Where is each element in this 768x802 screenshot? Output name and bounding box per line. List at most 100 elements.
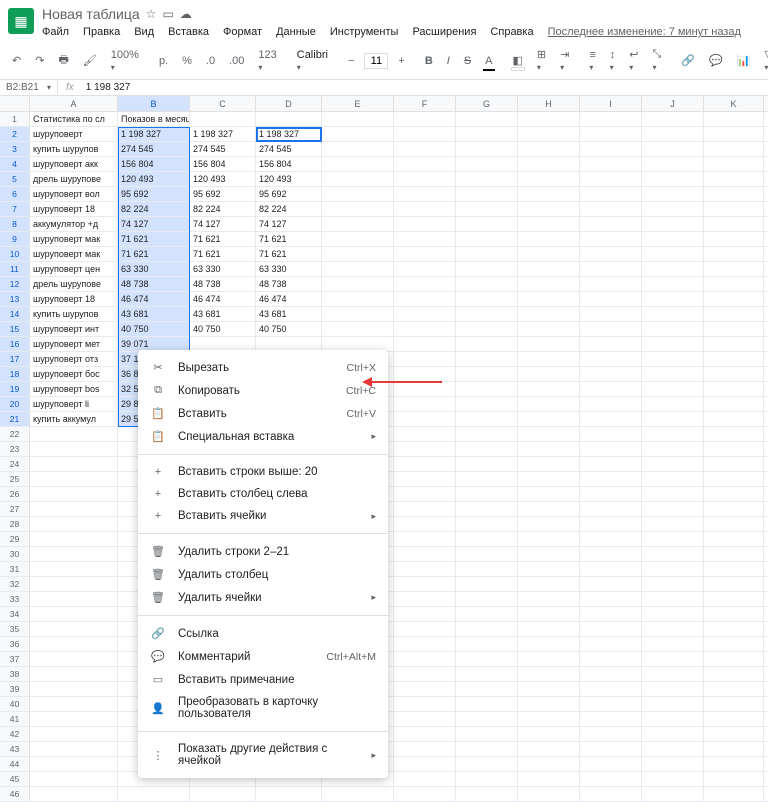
cell[interactable] — [322, 172, 394, 186]
cell[interactable]: 82 224 — [256, 202, 322, 216]
cell[interactable] — [456, 412, 518, 426]
cell[interactable] — [518, 352, 580, 366]
cell[interactable]: 48 738 — [190, 277, 256, 291]
cell[interactable] — [580, 742, 642, 756]
ctx-paste-special[interactable]: 📋Специальная вставка▸ — [138, 425, 388, 448]
cell[interactable] — [30, 562, 118, 576]
cell[interactable] — [580, 712, 642, 726]
row-header[interactable]: 1 — [0, 112, 30, 126]
cell[interactable] — [30, 502, 118, 516]
cell[interactable] — [394, 532, 456, 546]
cell[interactable]: 63 330 — [256, 262, 322, 276]
cell[interactable]: 120 493 — [190, 172, 256, 186]
cell[interactable] — [580, 667, 642, 681]
menu-insert[interactable]: Вставка — [168, 26, 209, 38]
col-header-c[interactable]: C — [190, 96, 256, 111]
row-header[interactable]: 39 — [0, 682, 30, 696]
row-header[interactable]: 13 — [0, 292, 30, 306]
cell[interactable]: 274 545 — [256, 142, 322, 156]
cell[interactable] — [580, 232, 642, 246]
cell[interactable] — [704, 382, 764, 396]
cell[interactable] — [642, 127, 704, 141]
cell[interactable] — [394, 322, 456, 336]
cell[interactable]: 82 224 — [118, 202, 190, 216]
cell[interactable] — [580, 787, 642, 801]
font-size-input[interactable] — [364, 53, 388, 69]
col-header-b[interactable]: B — [118, 96, 190, 111]
cell[interactable] — [456, 277, 518, 291]
print-button[interactable]: 🖶 — [54, 49, 72, 72]
cell[interactable]: купить шурупов — [30, 307, 118, 321]
cell[interactable]: 74 127 — [190, 217, 256, 231]
cell[interactable] — [30, 577, 118, 591]
cell[interactable]: шуруповерт вол — [30, 187, 118, 201]
cell[interactable] — [580, 697, 642, 711]
cell[interactable] — [580, 682, 642, 696]
cell[interactable] — [456, 322, 518, 336]
cell[interactable] — [456, 427, 518, 441]
ctx-people-chip[interactable]: 👤Преобразовать в карточку пользователя — [138, 691, 388, 725]
cell[interactable] — [704, 472, 764, 486]
row-header[interactable]: 8 — [0, 217, 30, 231]
cell[interactable] — [322, 307, 394, 321]
ctx-more-actions[interactable]: ⋮Показать другие действия с ячейкой▸ — [138, 738, 388, 772]
row-header[interactable]: 19 — [0, 382, 30, 396]
cell[interactable] — [394, 142, 456, 156]
cell[interactable]: 43 681 — [256, 307, 322, 321]
cell[interactable] — [518, 502, 580, 516]
wrap-button[interactable]: ↩ — [625, 46, 642, 75]
cell[interactable] — [580, 367, 642, 381]
cell[interactable] — [518, 517, 580, 531]
strike-button[interactable]: S — [460, 53, 475, 69]
cell[interactable]: 43 681 — [118, 307, 190, 321]
cell[interactable] — [518, 637, 580, 651]
cell[interactable] — [322, 217, 394, 231]
cell[interactable] — [580, 592, 642, 606]
cell[interactable] — [322, 262, 394, 276]
cell[interactable] — [394, 307, 456, 321]
cell[interactable] — [642, 517, 704, 531]
cell[interactable]: Статистика по сл — [30, 112, 118, 126]
cell[interactable] — [580, 772, 642, 786]
menu-edit[interactable]: Правка — [83, 26, 120, 38]
font-size-decrease[interactable]: − — [344, 53, 358, 69]
cell[interactable] — [580, 187, 642, 201]
cell[interactable] — [518, 187, 580, 201]
cell[interactable]: 156 804 — [256, 157, 322, 171]
cell[interactable] — [518, 142, 580, 156]
ctx-note[interactable]: ▭Вставить примечание — [138, 668, 388, 691]
cell[interactable] — [456, 517, 518, 531]
cell[interactable]: 40 750 — [256, 322, 322, 336]
decrease-decimal-button[interactable]: .0 — [202, 53, 219, 69]
cell[interactable] — [456, 457, 518, 471]
cell[interactable] — [704, 787, 764, 801]
cell[interactable] — [456, 487, 518, 501]
cell[interactable] — [394, 607, 456, 621]
cell[interactable] — [394, 247, 456, 261]
cell[interactable] — [518, 277, 580, 291]
cell[interactable] — [704, 277, 764, 291]
ctx-insert-rows[interactable]: +Вставить строки выше: 20 — [138, 461, 388, 483]
row-header[interactable]: 10 — [0, 247, 30, 261]
cell[interactable] — [704, 307, 764, 321]
cell[interactable] — [580, 307, 642, 321]
cell[interactable] — [704, 592, 764, 606]
cell[interactable] — [642, 652, 704, 666]
cell[interactable] — [518, 472, 580, 486]
cell[interactable] — [30, 472, 118, 486]
cell[interactable]: 71 621 — [256, 247, 322, 261]
cell[interactable] — [642, 712, 704, 726]
ctx-delete-cells[interactable]: 🗑Удалить ячейки▸ — [138, 586, 388, 609]
cell[interactable]: шуруповерт 18 — [30, 202, 118, 216]
cell[interactable] — [394, 577, 456, 591]
cell[interactable] — [580, 577, 642, 591]
cell[interactable]: 156 804 — [190, 157, 256, 171]
cell[interactable] — [456, 202, 518, 216]
cell[interactable] — [190, 112, 256, 126]
cell[interactable] — [456, 262, 518, 276]
cell[interactable] — [704, 112, 764, 126]
cell[interactable]: аккумулятор +д — [30, 217, 118, 231]
cell[interactable] — [642, 202, 704, 216]
row-header[interactable]: 14 — [0, 307, 30, 321]
cell[interactable] — [394, 157, 456, 171]
